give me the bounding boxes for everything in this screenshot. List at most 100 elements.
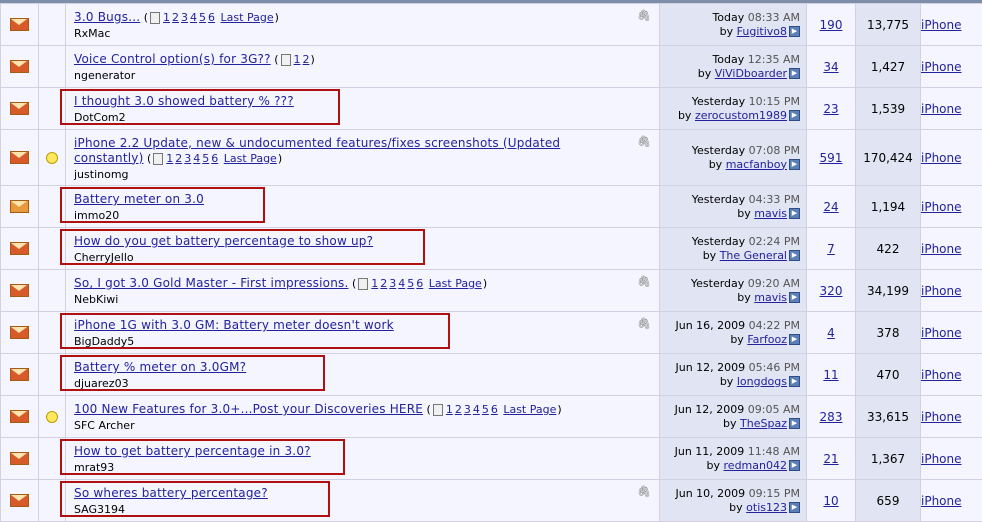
page-link[interactable]: 3: [389, 277, 396, 290]
last-poster-link[interactable]: macfanboy: [726, 158, 787, 171]
page-link[interactable]: 4: [473, 403, 480, 416]
page-link[interactable]: 3: [184, 152, 191, 165]
last-poster-link[interactable]: mavis: [754, 291, 787, 304]
page-link[interactable]: 4: [193, 152, 200, 165]
page-link[interactable]: 5: [482, 403, 489, 416]
last-poster-link[interactable]: mavis: [754, 207, 787, 220]
go-to-last-post-icon[interactable]: ▶: [789, 292, 800, 303]
last-page-link[interactable]: Last Page: [503, 403, 556, 416]
thread-author[interactable]: RxMac: [74, 26, 589, 41]
replies-count-link[interactable]: 7: [827, 242, 835, 256]
thread-author[interactable]: NebKiwi: [74, 292, 589, 307]
forum-link[interactable]: iPhone: [921, 368, 962, 382]
thread-title-link[interactable]: 3.0 Bugs...: [74, 10, 140, 24]
replies-count-link[interactable]: 11: [823, 368, 838, 382]
thread-title-link[interactable]: iPhone 1G with 3.0 GM: Battery meter doe…: [74, 318, 394, 332]
thread-author[interactable]: SAG3194: [74, 502, 589, 517]
replies-count-link[interactable]: 23: [823, 102, 838, 116]
page-link[interactable]: 5: [407, 277, 414, 290]
replies-count-link[interactable]: 4: [827, 326, 835, 340]
last-page-link[interactable]: Last Page: [221, 11, 274, 24]
thread-author[interactable]: SFC Archer: [74, 418, 589, 433]
go-to-last-post-icon[interactable]: ▶: [789, 68, 800, 79]
go-to-last-post-icon[interactable]: ▶: [789, 159, 800, 170]
go-to-last-post-icon[interactable]: ▶: [789, 376, 800, 387]
go-to-last-post-icon[interactable]: ▶: [789, 334, 800, 345]
page-link[interactable]: 6: [208, 11, 215, 24]
last-page-link[interactable]: Last Page: [224, 152, 277, 165]
page-link[interactable]: 6: [491, 403, 498, 416]
go-to-last-post-icon[interactable]: ▶: [789, 110, 800, 121]
page-link[interactable]: 1: [446, 403, 453, 416]
replies-count-link[interactable]: 283: [820, 410, 843, 424]
page-link[interactable]: 1: [371, 277, 378, 290]
forum-link[interactable]: iPhone: [921, 284, 962, 298]
last-poster-link[interactable]: Fugitivo8: [737, 25, 787, 38]
forum-link[interactable]: iPhone: [921, 452, 962, 466]
last-poster-link[interactable]: The General: [720, 249, 787, 262]
forum-link[interactable]: iPhone: [921, 410, 962, 424]
thread-author[interactable]: DotCom2: [74, 110, 589, 125]
page-link[interactable]: 5: [202, 152, 209, 165]
thread-author[interactable]: BigDaddy5: [74, 334, 589, 349]
go-to-last-post-icon[interactable]: ▶: [789, 208, 800, 219]
thread-author[interactable]: CherryJello: [74, 250, 589, 265]
page-link[interactable]: 6: [416, 277, 423, 290]
last-poster-link[interactable]: zerocustom1989: [695, 109, 787, 122]
thread-title-link[interactable]: Battery meter on 3.0: [74, 192, 204, 206]
forum-link[interactable]: iPhone: [921, 494, 962, 508]
forum-link[interactable]: iPhone: [921, 242, 962, 256]
page-link[interactable]: 2: [455, 403, 462, 416]
thread-author[interactable]: immo20: [74, 208, 589, 223]
page-link[interactable]: 1: [163, 11, 170, 24]
thread-title-link[interactable]: How to get battery percentage in 3.0?: [74, 444, 311, 458]
thread-title-link[interactable]: Battery % meter on 3.0GM?: [74, 360, 246, 374]
replies-count-link[interactable]: 34: [823, 60, 838, 74]
page-link[interactable]: 6: [211, 152, 218, 165]
forum-link[interactable]: iPhone: [921, 151, 962, 165]
replies-count-link[interactable]: 24: [823, 200, 838, 214]
thread-title-link[interactable]: So, I got 3.0 Gold Master - First impres…: [74, 276, 348, 290]
forum-link[interactable]: iPhone: [921, 102, 962, 116]
replies-count-link[interactable]: 591: [820, 151, 843, 165]
replies-count-link[interactable]: 10: [823, 494, 838, 508]
forum-link[interactable]: iPhone: [921, 18, 962, 32]
go-to-last-post-icon[interactable]: ▶: [789, 502, 800, 513]
page-link[interactable]: 3: [181, 11, 188, 24]
page-link[interactable]: 2: [172, 11, 179, 24]
thread-author[interactable]: justinomg: [74, 167, 589, 182]
page-link[interactable]: 2: [303, 53, 310, 66]
go-to-last-post-icon[interactable]: ▶: [789, 26, 800, 37]
go-to-last-post-icon[interactable]: ▶: [789, 418, 800, 429]
go-to-last-post-icon[interactable]: ▶: [789, 250, 800, 261]
page-link[interactable]: 4: [190, 11, 197, 24]
thread-title-link[interactable]: Voice Control option(s) for 3G??: [74, 52, 271, 66]
replies-count-link[interactable]: 21: [823, 452, 838, 466]
last-poster-link[interactable]: ViViDboarder: [715, 67, 787, 80]
thread-author[interactable]: ngenerator: [74, 68, 589, 83]
page-link[interactable]: 4: [398, 277, 405, 290]
last-poster-link[interactable]: Farfooz: [747, 333, 787, 346]
page-link[interactable]: 2: [380, 277, 387, 290]
page-link[interactable]: 5: [199, 11, 206, 24]
forum-link[interactable]: iPhone: [921, 326, 962, 340]
page-link[interactable]: 2: [175, 152, 182, 165]
last-poster-link[interactable]: redman042: [724, 459, 787, 472]
thread-author[interactable]: mrat93: [74, 460, 589, 475]
thread-title-link[interactable]: So wheres battery percentage?: [74, 486, 268, 500]
last-poster-link[interactable]: otis123: [746, 501, 787, 514]
thread-title-link[interactable]: I thought 3.0 showed battery % ???: [74, 94, 294, 108]
last-poster-link[interactable]: longdogs: [737, 375, 787, 388]
last-page-link[interactable]: Last Page: [429, 277, 482, 290]
page-link[interactable]: 3: [464, 403, 471, 416]
page-link[interactable]: 1: [294, 53, 301, 66]
go-to-last-post-icon[interactable]: ▶: [789, 460, 800, 471]
page-link[interactable]: 1: [166, 152, 173, 165]
forum-link[interactable]: iPhone: [921, 200, 962, 214]
forum-link[interactable]: iPhone: [921, 60, 962, 74]
thread-title-link[interactable]: 100 New Features for 3.0+...Post your Di…: [74, 402, 423, 416]
replies-count-link[interactable]: 190: [820, 18, 843, 32]
replies-count-link[interactable]: 320: [820, 284, 843, 298]
last-poster-link[interactable]: TheSpaz: [740, 417, 787, 430]
thread-author[interactable]: djuarez03: [74, 376, 589, 391]
